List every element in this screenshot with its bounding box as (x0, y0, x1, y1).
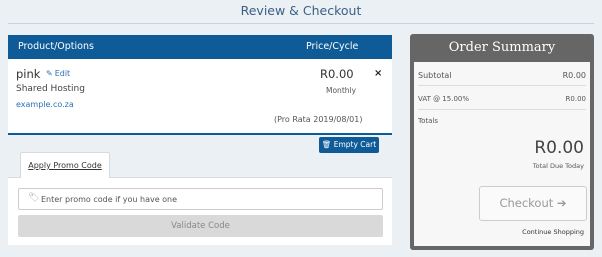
arrow-right-icon: ➔ (556, 196, 567, 210)
total-amount: R0.00 (534, 138, 584, 158)
cart-item: pink ✎ Edit Shared Hosting example.co.za … (8, 59, 392, 135)
promo-panel: 🏷 Validate Code (8, 177, 392, 245)
vat-value: R0.00 (565, 95, 586, 103)
cart-header: Product/Options Price/Cycle (8, 35, 392, 59)
product-name: pink (16, 67, 41, 81)
subtotal-label: Subtotal (418, 71, 452, 80)
summary-divider (418, 109, 586, 110)
trash-icon: 🗑 (321, 140, 332, 149)
subtotal-value: R0.00 (562, 71, 586, 80)
edit-link[interactable]: ✎ Edit (46, 69, 70, 78)
validate-code-button[interactable]: Validate Code (18, 215, 383, 237)
product-group: Shared Hosting (16, 84, 85, 94)
subtotal-row: Subtotal R0.00 (418, 71, 586, 80)
checkout-button[interactable]: Checkout ➔ (479, 186, 587, 221)
totals-label: Totals (418, 117, 438, 125)
total-due-label: Total Due Today (532, 162, 584, 170)
close-icon[interactable]: × (374, 68, 382, 79)
promo-code-input[interactable] (41, 192, 371, 207)
order-summary: Order Summary Subtotal R0.00 VAT @ 15.00… (410, 34, 594, 250)
promo-input-wrapper[interactable]: 🏷 (18, 188, 383, 210)
tag-icon: 🏷 (28, 193, 40, 203)
order-summary-title: Order Summary (448, 40, 556, 55)
pencil-icon: ✎ (46, 69, 53, 78)
empty-cart-label: Empty Cart (333, 140, 377, 149)
product-domain: example.co.za (16, 100, 74, 109)
empty-cart-button[interactable]: 🗑 Empty Cart (319, 137, 379, 153)
checkout-label: Checkout (499, 196, 554, 210)
item-price: R0.00 (320, 67, 354, 81)
edit-label: Edit (54, 69, 71, 78)
price-column-header: Price/Cycle (306, 41, 359, 52)
tab-apply-promo-code[interactable]: Apply Promo Code (20, 152, 110, 178)
vat-label: VAT @ 15.00% (418, 95, 470, 103)
order-summary-body: Subtotal R0.00 VAT @ 15.00% R0.00 Totals… (414, 62, 590, 246)
continue-shopping-link[interactable]: Continue Shopping (522, 228, 584, 236)
product-column-header: Product/Options (18, 41, 94, 52)
page-title: Review & Checkout (240, 3, 362, 18)
summary-divider (418, 85, 586, 86)
title-divider (8, 23, 594, 24)
prorata-note: (Pro Rata 2019/08/01) (274, 115, 363, 124)
totals-row: Totals (418, 117, 586, 125)
item-cycle: Monthly (326, 86, 357, 95)
vat-row: VAT @ 15.00% R0.00 (418, 95, 586, 103)
